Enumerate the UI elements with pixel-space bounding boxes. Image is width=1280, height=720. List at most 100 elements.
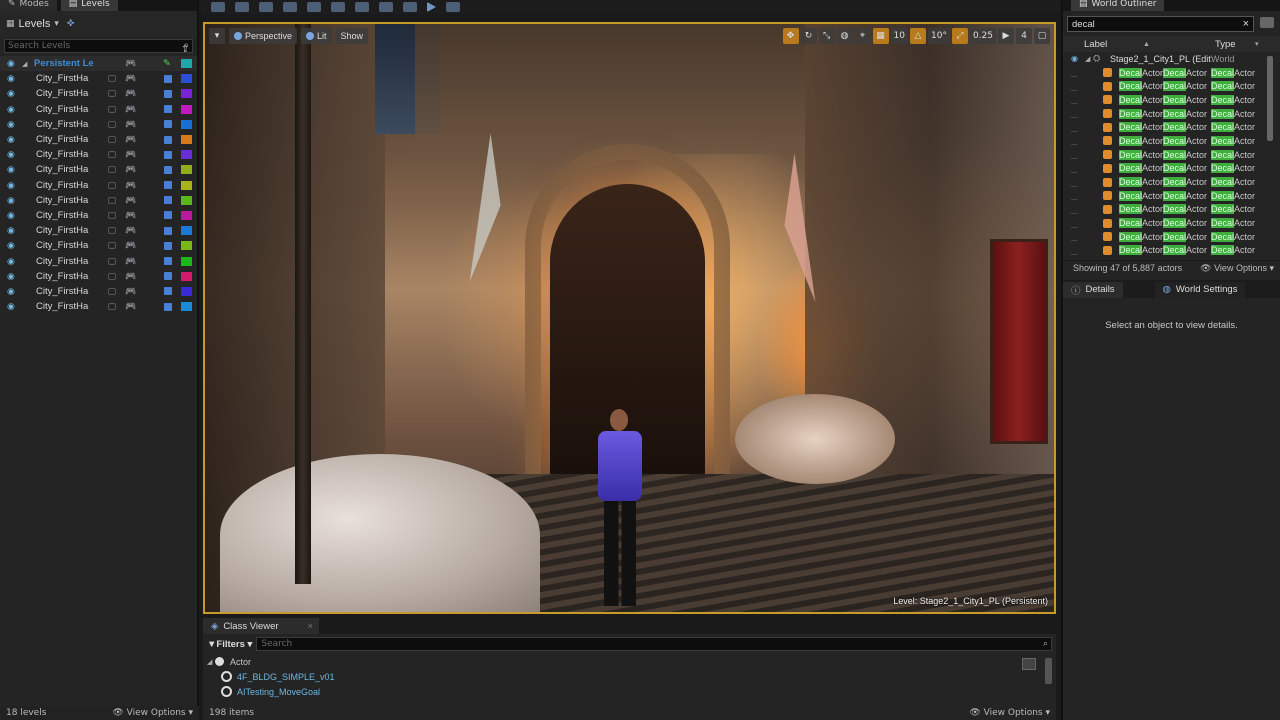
outliner-actor-row[interactable]: ‿ DecalActorDecalActor DecalActor [1063, 175, 1280, 189]
level-row[interactable]: ◉ City_FirstHa 🎮 [0, 223, 197, 238]
eye-icon[interactable]: ‿ [1071, 232, 1077, 241]
eye-icon[interactable]: ‿ [1071, 219, 1077, 228]
gamepad-icon[interactable]: 🎮 [125, 149, 136, 160]
outliner-actor-row[interactable]: ‿ DecalActorDecalActor DecalActor [1063, 148, 1280, 162]
tab-details[interactable]: ⓘ Details [1063, 281, 1123, 298]
eye-icon[interactable]: ‿ [1071, 95, 1077, 104]
level-color-swatch[interactable] [181, 226, 192, 236]
viewport-options-button[interactable]: ▾ [209, 28, 225, 44]
lock-icon[interactable] [108, 227, 116, 235]
level-color-swatch[interactable] [181, 135, 192, 145]
outliner-options-icon[interactable] [1260, 17, 1274, 28]
levels-search-add-icon[interactable]: ⇪ [181, 44, 189, 55]
level-color-swatch[interactable] [181, 210, 192, 220]
lock-icon[interactable] [108, 242, 116, 250]
scale-snap-icon[interactable]: ⤢ [951, 28, 968, 44]
gamepad-icon[interactable]: 🎮 [125, 195, 136, 206]
eye-icon[interactable]: ◉ [7, 73, 17, 84]
eye-icon[interactable]: ◉ [7, 164, 17, 175]
eye-icon[interactable]: ‿ [1071, 136, 1077, 145]
save-icon[interactable] [164, 135, 172, 144]
eye-icon[interactable]: ◉ [7, 149, 17, 160]
source-control-icon[interactable] [235, 2, 249, 12]
lock-icon[interactable] [108, 75, 116, 83]
outliner-actor-row[interactable]: ‿ DecalActorDecalActor DecalActor [1063, 162, 1280, 176]
tab-modes[interactable]: ✎ Modes [0, 0, 57, 11]
save-icon[interactable] [164, 74, 172, 83]
outliner-actor-row[interactable]: ‿ DecalActorDecalActor DecalActor [1063, 93, 1280, 107]
eye-icon[interactable]: ◉ [7, 134, 17, 145]
collapse-arrow-icon[interactable]: ◢ [207, 658, 212, 666]
tab-class-viewer[interactable]: ◈ Class Viewer × [203, 618, 319, 634]
rotation-snap-value[interactable]: 10° [928, 28, 950, 44]
scale-snap-value[interactable]: 0.25 [969, 28, 996, 44]
outliner-actor-row[interactable]: ‿ DecalActorDecalActor DecalActor [1063, 66, 1280, 80]
grid-snap-value[interactable]: 10 [890, 28, 908, 44]
save-icon[interactable] [164, 226, 172, 235]
outliner-actor-row[interactable]: ‿ DecalActorDecalActor DecalActor [1063, 189, 1280, 203]
level-row[interactable]: ◉ City_FirstHa 🎮 [0, 117, 197, 132]
levels-view-options[interactable]: 👁 View Options ▾ [112, 708, 193, 718]
surface-snap-icon[interactable]: ⌖ [854, 28, 871, 44]
outliner-view-options[interactable]: 👁 View Options ▾ [1200, 263, 1274, 274]
level-color-swatch[interactable] [181, 302, 192, 312]
level-row[interactable]: ◉ City_FirstHa 🎮 [0, 71, 197, 86]
gamepad-icon[interactable]: 🎮 [125, 73, 136, 84]
level-color-swatch[interactable] [181, 180, 192, 190]
level-color-swatch[interactable] [181, 59, 192, 69]
show-button[interactable]: Show [335, 28, 369, 44]
eye-icon[interactable]: ◉ [7, 271, 17, 282]
level-viewport[interactable]: ▾ Perspective Lit Show ✥ ↻ ⤡ ◍ ⌖ ▦ 10 △ … [203, 22, 1056, 614]
level-color-swatch[interactable] [181, 165, 192, 175]
level-row[interactable]: ◉ City_FirstHa 🎮 [0, 299, 197, 314]
lock-icon[interactable] [108, 272, 116, 280]
levels-dropdown[interactable]: Levels [19, 18, 51, 30]
level-row[interactable]: ◉ City_FirstHa 🎮 [0, 284, 197, 299]
level-color-swatch[interactable] [181, 119, 192, 129]
lock-icon[interactable] [108, 211, 116, 219]
eye-icon[interactable]: ‿ [1071, 68, 1077, 77]
eye-icon[interactable]: ‿ [1071, 246, 1077, 255]
lock-icon[interactable] [108, 105, 116, 113]
lock-icon[interactable] [108, 181, 116, 189]
pencil-icon[interactable]: ✎ [163, 58, 171, 69]
eye-icon[interactable]: ◉ [7, 210, 17, 221]
rotation-snap-icon[interactable]: △ [910, 28, 926, 44]
eye-icon[interactable]: ◉ [7, 104, 17, 115]
translate-icon[interactable]: ✥ [782, 28, 799, 44]
lock-icon[interactable] [108, 303, 116, 311]
column-label[interactable]: Label [1084, 39, 1107, 50]
compile-icon[interactable] [403, 2, 417, 12]
save-icon[interactable] [164, 257, 172, 266]
gamepad-icon[interactable]: 🎮 [125, 240, 136, 251]
outliner-actor-row[interactable]: ‿ DecalActorDecalActor DecalActor [1063, 230, 1280, 244]
gamepad-icon[interactable]: 🎮 [125, 58, 136, 69]
content-icon[interactable] [259, 2, 273, 12]
outliner-actor-row[interactable]: ‿ DecalActorDecalActor DecalActor [1063, 244, 1280, 258]
level-color-swatch[interactable] [181, 104, 192, 114]
eye-icon[interactable]: ◉ [7, 58, 17, 69]
eye-icon[interactable]: ◉ [7, 286, 17, 297]
class-search-input[interactable]: Search ⌕ [256, 637, 1052, 651]
level-row[interactable]: ◉ City_FirstHa 🎮 [0, 253, 197, 268]
eye-icon[interactable]: ‿ [1071, 109, 1077, 118]
level-row[interactable]: ◉ City_FirstHa 🎮 [0, 238, 197, 253]
gamepad-icon[interactable]: 🎮 [125, 88, 136, 99]
level-row[interactable]: ◉ City_FirstHa 🎮 [0, 193, 197, 208]
cinematics-icon[interactable] [355, 2, 369, 12]
world-space-icon[interactable]: ◍ [836, 28, 853, 44]
class-tree-item[interactable]: AITesting_MoveGoal [203, 684, 1056, 699]
build-icon[interactable] [379, 2, 393, 12]
chevron-down-icon[interactable]: ▾ [54, 19, 59, 29]
save-icon[interactable] [211, 2, 225, 12]
outliner-actor-row[interactable]: ‿ DecalActorDecalActor DecalActor [1063, 107, 1280, 121]
level-row[interactable]: ◉ City_FirstHa 🎮 [0, 132, 197, 147]
gamepad-icon[interactable]: 🎮 [125, 180, 136, 191]
eye-icon[interactable]: ‿ [1071, 150, 1077, 159]
level-color-swatch[interactable] [181, 286, 192, 296]
save-icon[interactable] [164, 165, 172, 174]
eye-icon[interactable]: ◉ [7, 301, 17, 312]
save-icon[interactable] [164, 105, 172, 114]
level-row[interactable]: ◉ City_FirstHa 🎮 [0, 147, 197, 162]
tab-world-outliner[interactable]: ▤ World Outliner [1071, 0, 1165, 11]
